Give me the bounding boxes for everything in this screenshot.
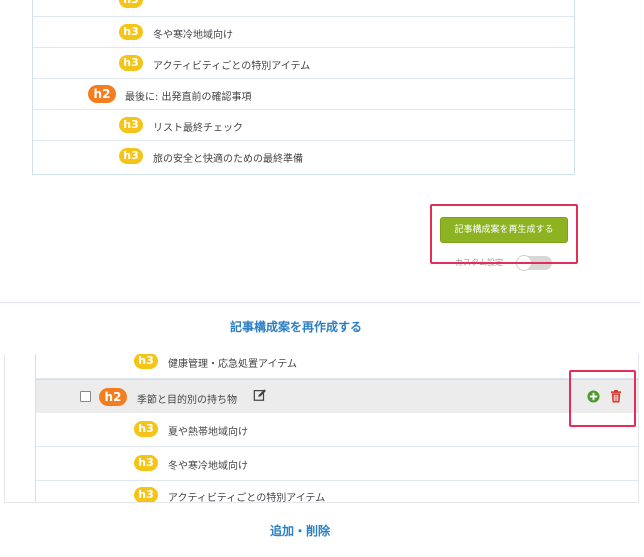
outline-panel-bottom: h3 健康管理・応急処置アイテム h2 季節と目的別の持ち物 h3 夏や熱帯地域… xyxy=(4,354,639,503)
outline-row-text: 健康管理・応急処置アイテム xyxy=(168,359,297,370)
outline-row-text: 旅の安全と快適のための最終準備 xyxy=(153,154,303,165)
outline-list-top: h3 h3 冬や寒冷地域向け h3 アクティビティごとの特別アイテム h2 最後… xyxy=(32,0,575,175)
h3-badge: h3 xyxy=(119,117,143,133)
h2-badge: h2 xyxy=(88,85,116,103)
h3-badge: h3 xyxy=(134,487,158,502)
outline-row: h3 冬や寒冷地域向け xyxy=(36,447,638,481)
outline-row: h3 冬や寒冷地域向け xyxy=(33,17,574,48)
outline-row-text: リスト最終チェック xyxy=(153,123,243,134)
outline-row-text: 最後に: 出発直前の確認事項 xyxy=(125,92,252,103)
caption-recreate: 記事構成案を再作成する xyxy=(230,320,363,334)
outline-row-text: 冬や寒冷地域向け xyxy=(153,30,233,41)
h3-badge: h3 xyxy=(119,55,143,71)
outline-list-bottom: h3 健康管理・応急処置アイテム h2 季節と目的別の持ち物 h3 夏や熱帯地域… xyxy=(35,354,638,503)
highlight-frame-regenerate xyxy=(430,204,578,264)
h3-badge: h3 xyxy=(134,455,158,471)
outline-row-text: 冬や寒冷地域向け xyxy=(168,461,248,472)
outline-row-partial: h3 xyxy=(33,0,574,17)
h3-badge: h3 xyxy=(134,354,158,369)
outline-row-partial: h3 健康管理・応急処置アイテム xyxy=(36,354,638,379)
outline-row: h3 旅の安全と快適のための最終準備 xyxy=(33,141,574,171)
outline-row-text: 夏や熱帯地域向け xyxy=(168,427,248,438)
outline-row: h3 アクティビティごとの特別アイテム xyxy=(33,48,574,79)
outline-row-h2[interactable]: h2 季節と目的別の持ち物 xyxy=(36,379,638,414)
outline-row: h3 リスト最終チェック xyxy=(33,110,574,141)
h3-badge: h3 xyxy=(119,24,143,40)
h3-badge: h3 xyxy=(119,148,143,164)
h2-badge: h2 xyxy=(99,388,127,406)
outline-row-text: アクティビティごとの特別アイテム xyxy=(168,493,326,503)
caption-add-delete: 追加・削除 xyxy=(270,524,331,538)
outline-row-text: 季節と目的別の持ち物 xyxy=(137,395,237,406)
outline-row-text: アクティビティごとの特別アイテム xyxy=(153,61,311,72)
edit-icon[interactable] xyxy=(253,388,267,402)
outline-row: h3 夏や熱帯地域向け xyxy=(36,413,638,447)
outline-row: h3 アクティビティごとの特別アイテム xyxy=(36,481,638,503)
h3-badge: h3 xyxy=(134,421,158,437)
h3-badge: h3 xyxy=(119,0,143,8)
highlight-frame-add-delete xyxy=(569,370,636,427)
outline-row-h2: h2 最後に: 出発直前の確認事項 xyxy=(33,79,574,110)
row-checkbox[interactable] xyxy=(80,391,91,402)
